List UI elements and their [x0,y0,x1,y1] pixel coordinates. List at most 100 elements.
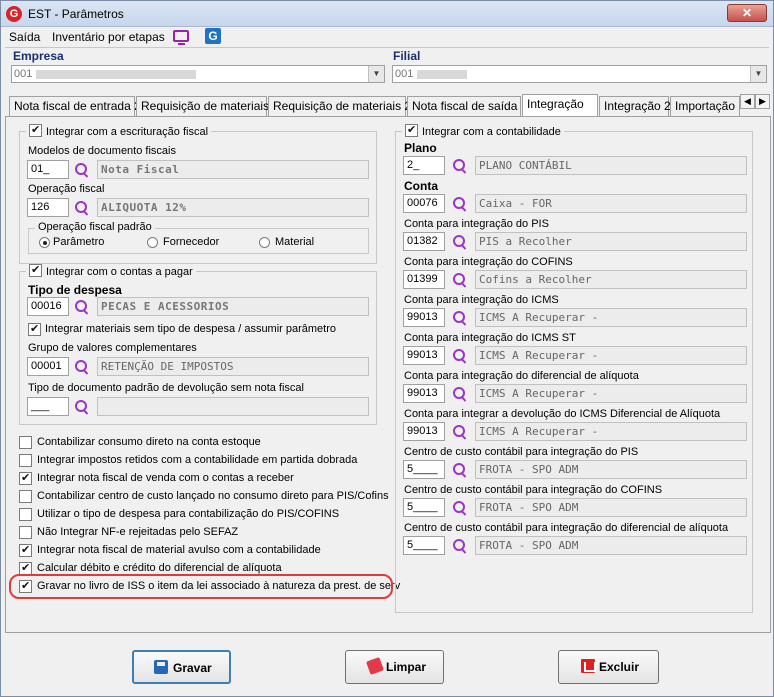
difal-code-input[interactable]: 99013 [403,384,445,403]
search-icon[interactable] [74,299,90,315]
cc-pis-code-input[interactable]: 5____ [403,460,445,479]
modelos-code-input[interactable]: 01_ [27,160,69,179]
tipo-despesa-desc: PECAS E ACESSORIOS [97,297,369,316]
chevron-down-icon[interactable]: ▼ [368,66,384,82]
plano-desc: PLANO CONTÁBIL [475,156,747,175]
grupo-code-input[interactable]: 00001 [27,357,69,376]
tipo-despesa-code-input[interactable]: 00016 [27,297,69,316]
pis-label: Conta para integração do PIS [404,218,549,230]
search-icon[interactable] [452,272,468,288]
limpar-button[interactable]: Limpar [345,650,444,684]
tab-strip: Nota fiscal de entrada 2 Requisição de m… [5,94,771,117]
materiais-label: Integrar materiais sem tipo de despesa /… [45,323,337,335]
empresa-label: Empresa [13,49,64,63]
search-icon[interactable] [452,196,468,212]
cc-pis-desc: FROTA - SPO ADM [475,460,747,479]
search-icon[interactable] [452,348,468,364]
menu-saida[interactable]: Saída [9,30,40,44]
gravar-button[interactable]: Gravar [132,650,231,684]
devolucao-icms-code-input[interactable]: 99013 [403,422,445,441]
option-checkbox-3[interactable] [19,490,32,503]
plano-label: Plano [404,141,437,155]
search-icon[interactable] [74,200,90,216]
option-checkbox-6[interactable] [19,543,32,557]
cofins-code-input[interactable]: 01399 [403,270,445,289]
pis-code-input[interactable]: 01382 [403,232,445,251]
contas-pagar-checkbox[interactable] [29,263,42,277]
devolucao-code-input[interactable]: ___ [27,397,69,416]
option-checkbox-1[interactable] [19,454,32,467]
search-icon[interactable] [452,462,468,478]
contas-pagar-title: Integrar com o contas a pagar [46,266,193,278]
divider [5,47,769,48]
search-icon[interactable] [452,424,468,440]
title-bar: G EST - Parâmetros ✕ [1,1,773,27]
search-icon[interactable] [74,399,90,415]
cc-difal-code-input[interactable]: 5____ [403,536,445,555]
contabilidade-checkbox[interactable] [405,123,418,137]
icms-st-desc: ICMS A Recuperar - [475,346,747,365]
params-window: G EST - Parâmetros ✕ Saída Inventário po… [0,0,774,697]
tab-importacao[interactable]: Importação X [670,96,740,116]
tab-integracao-2[interactable]: Integração 2 [599,96,671,116]
tab-requisicao-2[interactable]: Requisição de materiais 2 [268,96,411,116]
escrituracao-checkbox[interactable] [29,123,42,137]
operacao-code-input[interactable]: 126 [27,198,69,217]
gravar-label: Gravar [173,661,212,675]
monitor-icon[interactable] [173,30,189,45]
conta-code-input[interactable]: 00076 [403,194,445,213]
option-checkbox-4[interactable] [19,508,32,521]
materiais-checkbox[interactable] [28,322,41,336]
operacao-desc: ALIQUOTA 12% [97,198,369,217]
redacted-text [36,70,196,79]
limpar-label: Limpar [386,660,427,674]
option-checkbox-0[interactable] [19,436,32,449]
radio-fornecedor[interactable] [147,237,158,248]
icms-st-label: Conta para integração do ICMS ST [404,332,576,344]
search-icon[interactable] [452,386,468,402]
devolucao-label: Tipo de documento padrão de devolução se… [28,382,304,394]
empresa-combo[interactable]: 001 ▼ [11,65,385,83]
operacao-label: Operação fiscal [28,183,105,195]
option-label-7: Calcular débito e crédito do diferencial… [37,562,282,574]
tab-requisicao[interactable]: Requisição de materiais [136,96,269,116]
option-label-2: Integrar nota fiscal de venda com o cont… [37,472,294,484]
search-icon[interactable] [452,158,468,174]
contabilidade-title-wrap: Integrar com a contabilidade [402,123,564,138]
cc-pis-label: Centro de custo contábil para integração… [404,446,639,458]
g-app-icon[interactable]: G [205,28,221,44]
option-label-1: Integrar impostos retidos com a contabil… [37,454,358,466]
conta-label: Conta [404,179,438,193]
tab-integracao[interactable]: Integração [522,94,598,117]
tab-nf-entrada-2[interactable]: Nota fiscal de entrada 2 [9,96,141,116]
tab-nf-saida[interactable]: Nota fiscal de saída [407,96,521,116]
search-icon[interactable] [452,538,468,554]
cc-cofins-code-input[interactable]: 5____ [403,498,445,517]
menu-bar: Saída Inventário por etapas G [1,27,773,47]
option-checkbox-5[interactable] [19,526,32,539]
pis-desc: PIS a Recolher [475,232,747,251]
close-button[interactable]: ✕ [727,4,767,22]
devolucao-icms-desc: ICMS A Recuperar - [475,422,747,441]
eraser-icon [366,657,384,675]
search-icon[interactable] [74,162,90,178]
filial-combo[interactable]: 001 ▼ [392,65,767,83]
tab-scroll-right-icon[interactable]: ▶ [755,94,770,109]
search-icon[interactable] [452,234,468,250]
radio-material[interactable] [259,237,270,248]
menu-inventario[interactable]: Inventário por etapas [52,30,165,44]
option-checkbox-2[interactable] [19,471,32,485]
search-icon[interactable] [74,359,90,375]
tab-scroll-left-icon[interactable]: ◀ [740,94,755,109]
plano-code-input[interactable]: 2_ [403,156,445,175]
radio-parametro[interactable] [39,237,50,248]
cc-cofins-label: Centro de custo contábil para integração… [404,484,663,496]
search-icon[interactable] [452,500,468,516]
filial-value: 001 [395,68,414,80]
icms-code-input[interactable]: 99013 [403,308,445,327]
chevron-down-icon[interactable]: ▼ [750,66,766,82]
excluir-button[interactable]: Excluir [558,650,659,684]
modelos-label: Modelos de documento fiscais [28,145,176,157]
icms-st-code-input[interactable]: 99013 [403,346,445,365]
search-icon[interactable] [452,310,468,326]
